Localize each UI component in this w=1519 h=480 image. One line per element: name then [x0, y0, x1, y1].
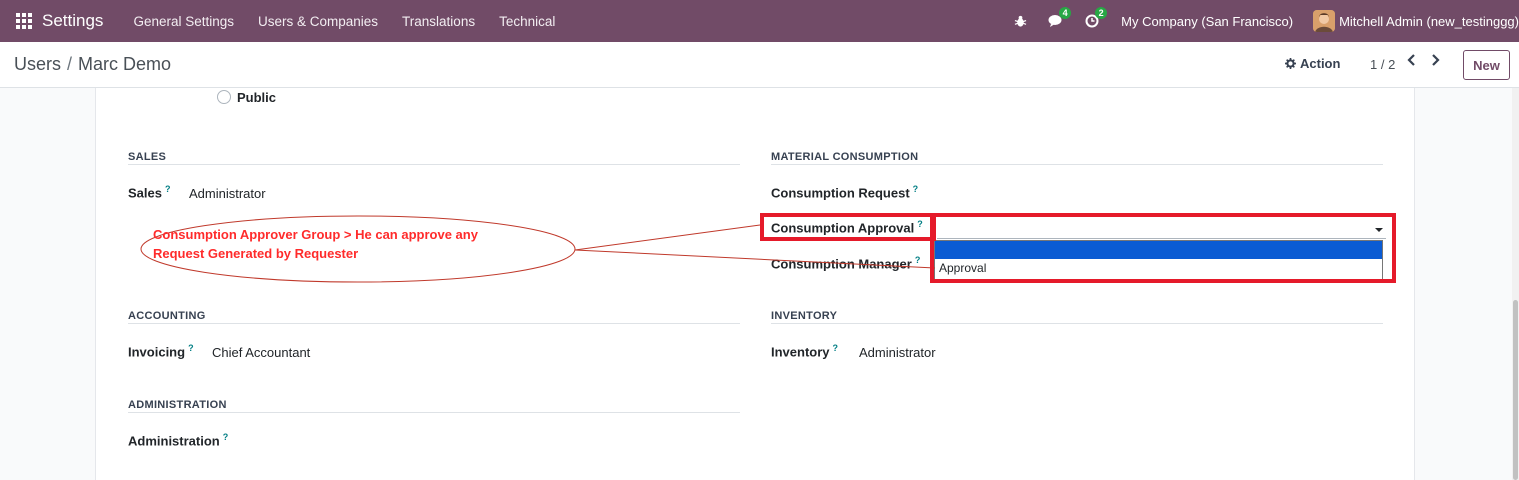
annotation-text-line2: Request Generated by Requester	[153, 246, 359, 261]
annotation-pointer-line	[574, 224, 761, 251]
annotation-pointer-line	[574, 249, 936, 269]
highlight-box-label	[760, 213, 936, 241]
annotation-text-line1: Consumption Approver Group > He can appr…	[153, 227, 478, 242]
highlight-box-dropdown	[930, 213, 1396, 283]
